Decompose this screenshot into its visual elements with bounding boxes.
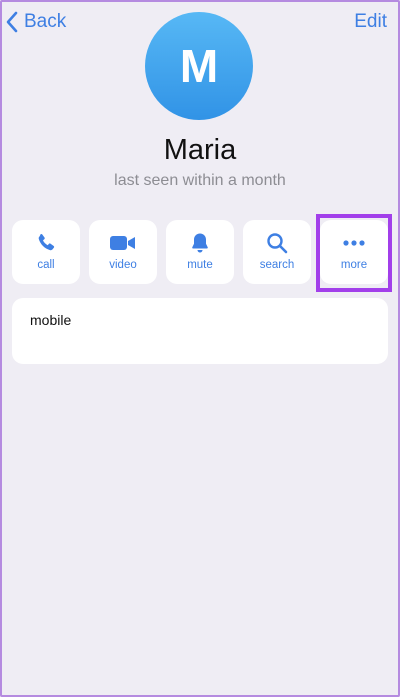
back-button[interactable]: Back [6, 10, 66, 34]
phone-info-card[interactable]: mobile [12, 298, 388, 364]
search-label: search [259, 259, 295, 271]
video-button[interactable]: video [89, 220, 157, 284]
last-seen-status: last seen within a month [114, 172, 286, 189]
chevron-left-icon [6, 11, 18, 33]
avatar-initial: M [179, 40, 219, 92]
search-button[interactable]: search [243, 220, 311, 284]
contact-name: Maria [163, 134, 237, 166]
edit-button[interactable]: Edit [354, 10, 387, 34]
call-label: call [37, 259, 55, 271]
mute-button[interactable]: mute [166, 220, 234, 284]
bell-icon [188, 231, 212, 255]
phone-label: mobile [30, 312, 72, 328]
video-camera-icon [108, 231, 138, 255]
call-button[interactable]: call [12, 220, 80, 284]
ellipsis-icon [341, 231, 367, 255]
magnifier-icon [265, 231, 289, 255]
video-label: video [109, 259, 137, 271]
phone-icon [34, 231, 58, 255]
more-label: more [340, 259, 368, 271]
back-label: Back [24, 11, 67, 32]
more-button[interactable]: more [320, 220, 388, 284]
mute-label: mute [187, 259, 213, 271]
action-buttons: call video mute search more [12, 220, 388, 284]
avatar[interactable]: M [145, 12, 253, 120]
